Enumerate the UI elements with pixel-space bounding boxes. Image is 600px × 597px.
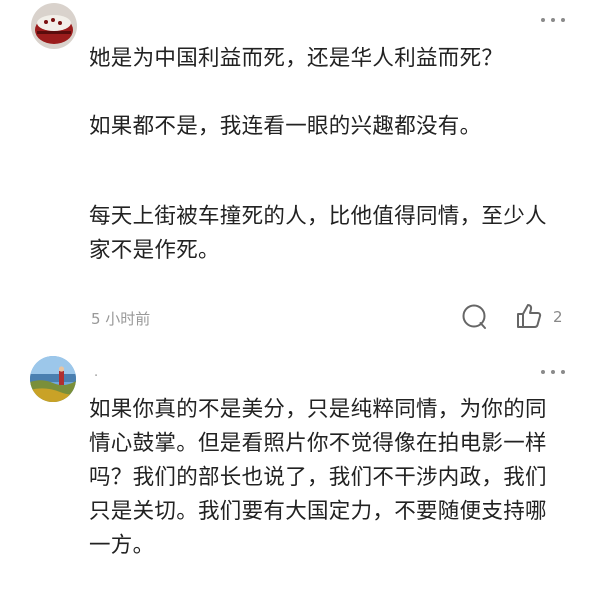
thumbs-up-icon[interactable] <box>515 302 543 334</box>
comment-item: 她是为中国利益而死，还是华人利益而死？ 如果都不是，我连看一眼的兴趣都没有。 每… <box>0 0 600 345</box>
comment-body: 她是为中国利益而死，还是华人利益而死？ 如果都不是，我连看一眼的兴趣都没有。 每… <box>89 42 559 268</box>
avatar[interactable] <box>31 3 77 49</box>
more-dots-icon[interactable] <box>541 15 571 25</box>
comment-paragraph: 如果都不是，我连看一眼的兴趣都没有。 <box>89 114 482 139</box>
comment-timestamp: 5 小时前 <box>91 310 151 328</box>
like-count: 2 <box>553 308 563 326</box>
comment-paragraph: 她是为中国利益而死，还是华人利益而死？ <box>89 46 504 71</box>
comment-bubble-icon[interactable] <box>461 303 489 335</box>
avatar[interactable] <box>30 356 76 402</box>
comment-paragraph: 如果你真的不是美分，只是纯粹同情，为你的同情心鼓掌。但是看照片你不觉得像在拍电影… <box>89 397 547 558</box>
more-dots-icon[interactable] <box>541 367 571 377</box>
comment-paragraph: 每天上街被车撞死的人，比他值得同情，至少人家不是作死。 <box>89 204 547 263</box>
username[interactable]: · <box>94 369 98 384</box>
comment-item: · 如果你真的不是美分，只是纯粹同情，为你的同情心鼓掌。但是看照片你不觉得像在拍… <box>0 345 600 597</box>
comment-body: 如果你真的不是美分，只是纯粹同情，为你的同情心鼓掌。但是看照片你不觉得像在拍电影… <box>89 393 557 563</box>
